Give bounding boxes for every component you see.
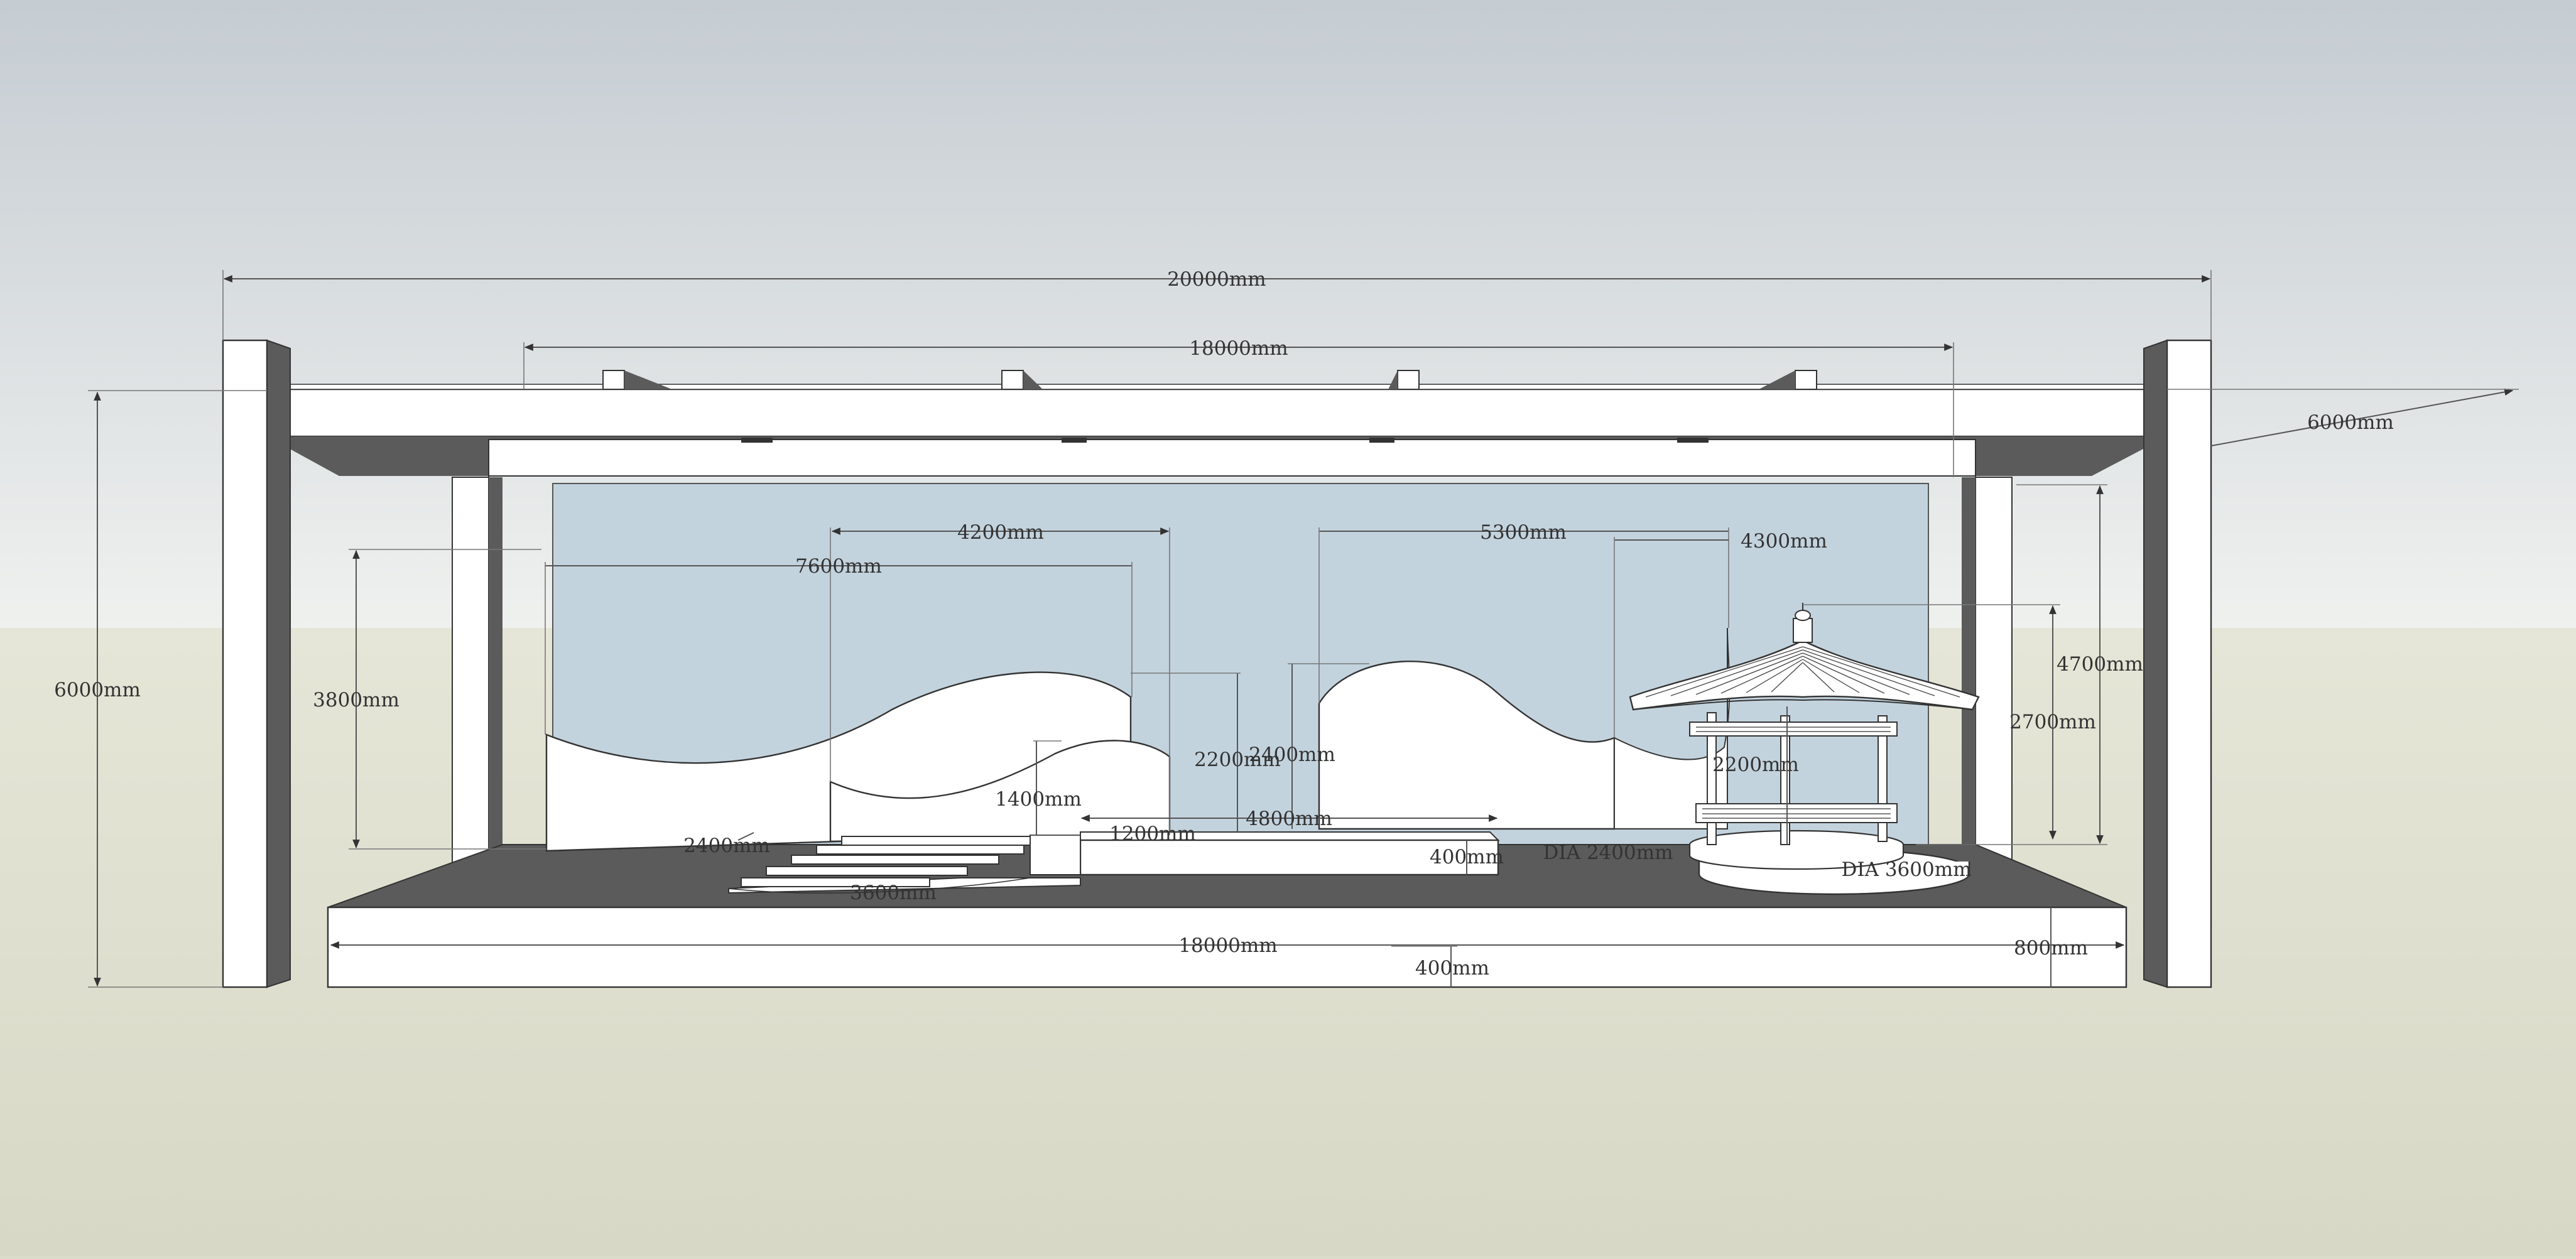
roof-beam-rear [488, 439, 1976, 477]
dim-floor-step: 400mm [1415, 957, 1489, 980]
roof-top-lip [266, 384, 2168, 390]
dim-right-wave-height: 2400mm [1249, 743, 1335, 766]
dim-inner-width: 18000mm [1189, 337, 1288, 360]
dim-left-wave-height: 3800mm [313, 689, 399, 711]
dim-platform-width: 4800mm [1246, 808, 1332, 830]
inner-right-wall [1975, 477, 2013, 867]
dim-pavilion-roof-height: 2700mm [2009, 711, 2096, 733]
dim-floor-width: 18000mm [1178, 934, 1277, 957]
roof-beam-front [266, 388, 2168, 438]
platform-step [1030, 835, 1081, 875]
right-column-shade [2143, 339, 2168, 988]
dim-front-wave-height: 1400mm [995, 788, 1082, 811]
right-column [2166, 339, 2212, 988]
dim-pavilion-total-height: 4700mm [2057, 653, 2143, 676]
dim-front-wave-width: 4200mm [957, 521, 1044, 544]
left-column-shade [266, 339, 291, 988]
dim-stair-depth: 3600mm [850, 882, 937, 904]
dim-right-inner-width: 4300mm [1741, 530, 1827, 553]
dim-pavilion-base-dia: DIA 2400mm [1543, 841, 1673, 864]
dim-platform-height: 400mm [1430, 846, 1504, 868]
inner-left-wall-shade [489, 477, 503, 867]
sketchup-viewport[interactable]: 20000mm 18000mm 6000mm 6000mm 7600mm 420… [0, 0, 2576, 1256]
dim-total-width: 20000mm [1167, 268, 1266, 291]
dim-left-wave-width: 7600mm [795, 555, 882, 578]
dim-depth: 6000mm [2307, 411, 2394, 434]
dim-pavilion-column-height: 2200mm [1712, 754, 1799, 776]
dim-stage-step-width: 1200mm [1109, 823, 1196, 845]
stage-elevation-drawing: 20000mm 18000mm 6000mm 6000mm 7600mm 420… [0, 0, 2576, 1256]
dim-pavilion-outer-dia: DIA 3600mm [1841, 858, 1971, 881]
dim-right-wave-width: 5300mm [1480, 521, 1567, 544]
dim-floor-height: 800mm [2014, 937, 2088, 959]
dim-stair-width: 2400mm [683, 835, 770, 857]
inner-right-wall-shade [1962, 477, 1975, 867]
left-column [222, 339, 268, 988]
dim-height: 6000mm [54, 679, 141, 701]
inner-left-wall [452, 477, 489, 867]
